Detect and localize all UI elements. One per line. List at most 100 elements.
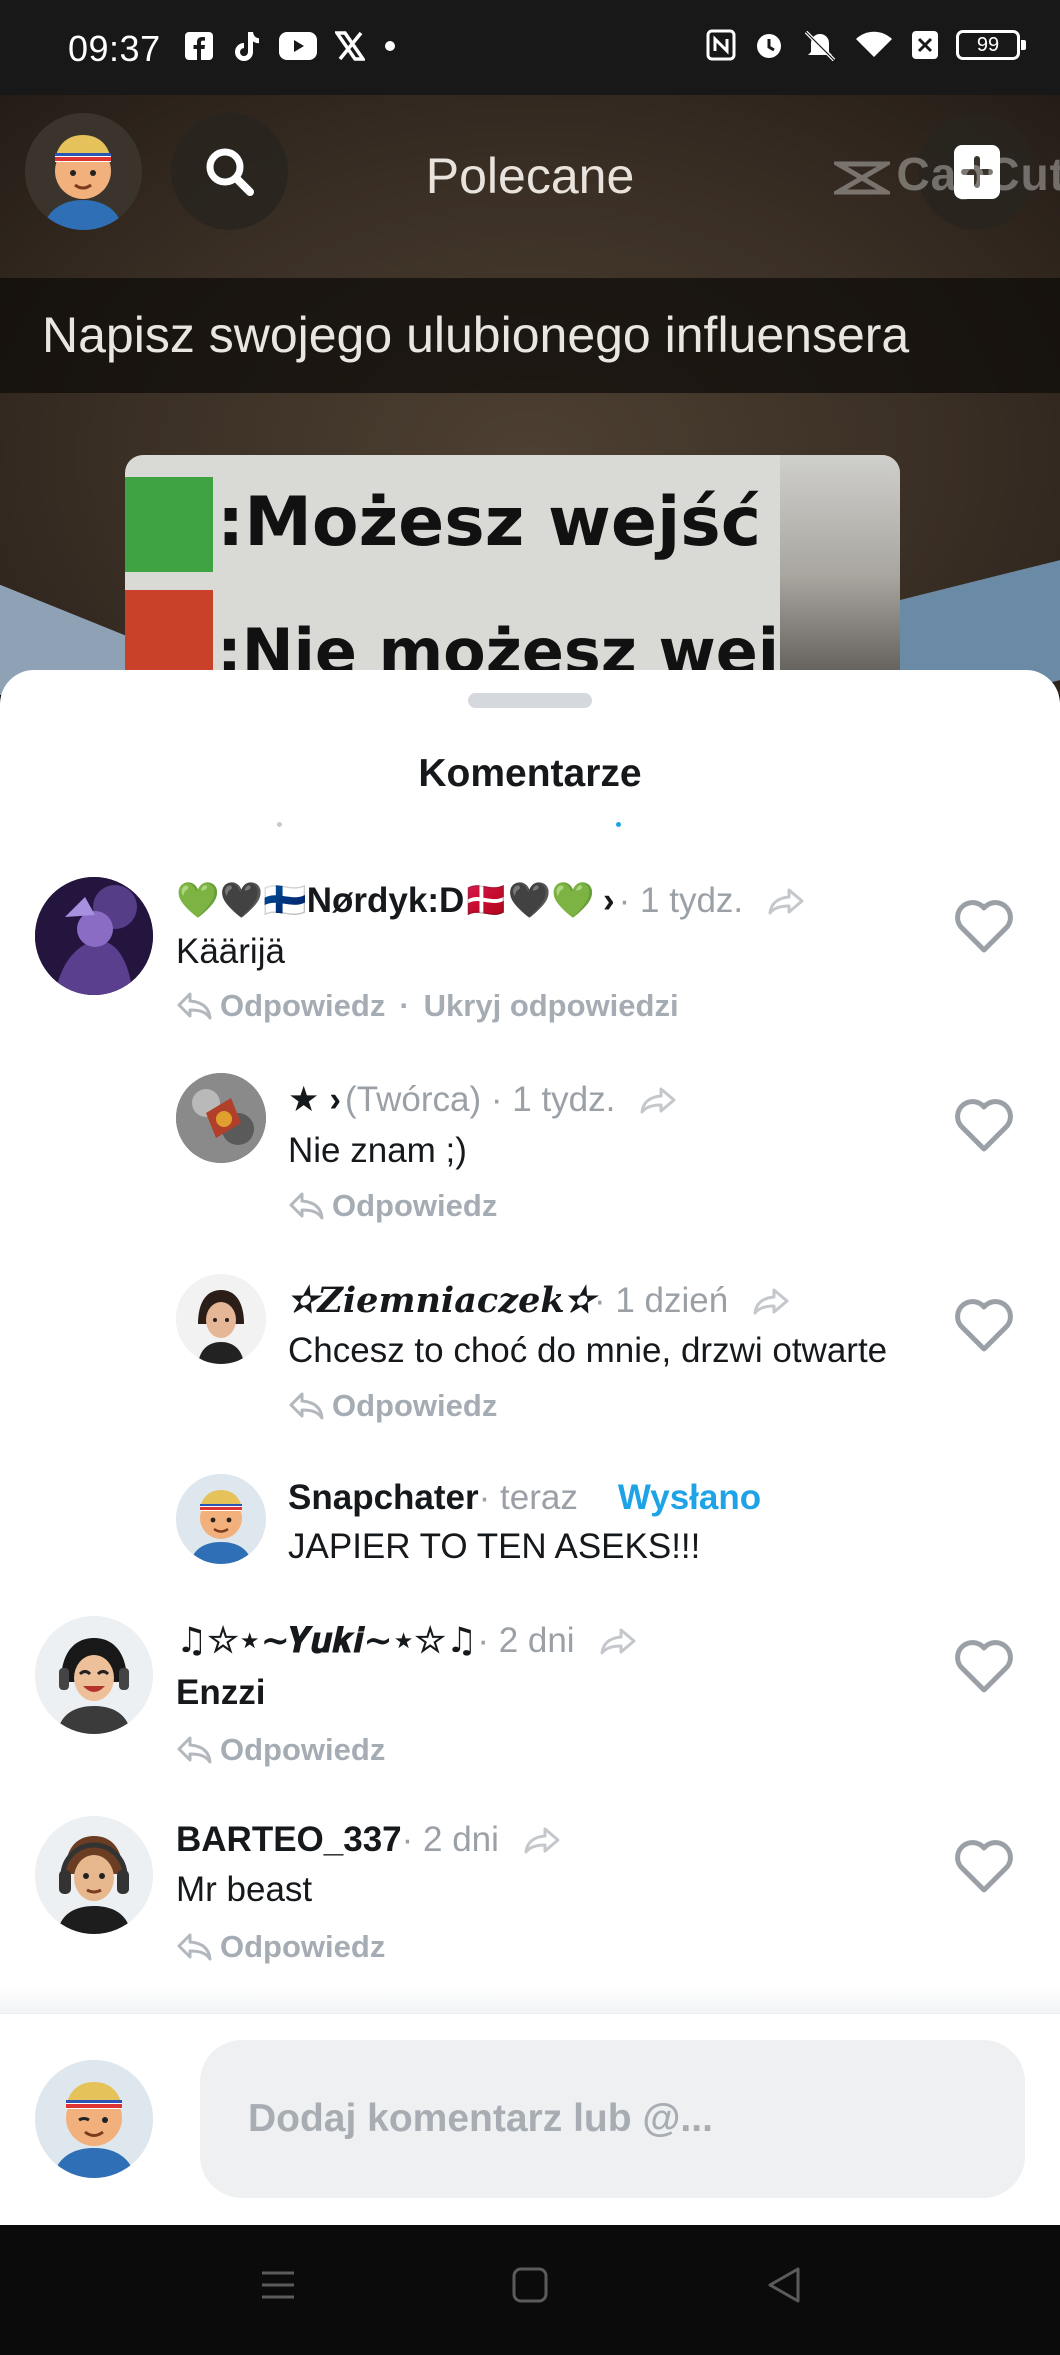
- bitmoji-avatar-icon: [35, 1816, 153, 1934]
- comment-actions: Odpowiedz · Ukryj odpowiedzi: [176, 988, 679, 1024]
- reply-icon: [177, 992, 212, 1020]
- comment-header: BARTEO_337 · 2 dni: [176, 1820, 561, 1860]
- my-avatar: [35, 2060, 153, 2178]
- reply-button[interactable]: Odpowiedz: [220, 1732, 385, 1768]
- page-indicator-dot-active: [616, 822, 621, 827]
- status-app-icons: [185, 30, 397, 62]
- composer-shadow: [0, 1985, 1060, 2013]
- back-triangle-icon[interactable]: [764, 2265, 804, 2305]
- user-photo-icon: [35, 877, 153, 995]
- comment-username[interactable]: ✫𝒁𝒊𝒆𝒎𝒏𝒊𝒂𝒄𝒛𝒆𝒌✫: [288, 1280, 594, 1321]
- comment-actions: Odpowiedz: [176, 1732, 385, 1768]
- comment-input[interactable]: [200, 2040, 1025, 2198]
- comment-header: ✫𝒁𝒊𝒆𝒎𝒏𝒊𝒂𝒄𝒛𝒆𝒌✫ · 1 dzień: [288, 1280, 790, 1321]
- like-heart-icon[interactable]: [953, 1638, 1015, 1694]
- comment-username[interactable]: ★: [288, 1080, 319, 1120]
- comment-actions: Odpowiedz: [288, 1188, 497, 1224]
- chevron-right-icon: ›: [603, 880, 615, 920]
- video-caption: Napisz swojego ulubionego influensera: [0, 278, 1060, 393]
- like-heart-icon[interactable]: [953, 898, 1015, 954]
- comment-header: ♫☆⋆~𝒀𝒖𝒌𝒊~⋆☆♫ · 2 dni: [176, 1620, 637, 1661]
- comment-text: Nie znam ;): [288, 1131, 467, 1170]
- share-icon[interactable]: [767, 887, 805, 915]
- meme-line-1: :Możesz wejść: [217, 483, 762, 562]
- meme-image: :Możesz wejść :Nie możesz wejść: [125, 455, 900, 695]
- bitmoji-avatar-icon: [176, 1274, 266, 1364]
- like-heart-icon[interactable]: [953, 1097, 1015, 1153]
- capcut-watermark: CapCut: [829, 147, 1060, 201]
- facebook-icon: [185, 32, 213, 60]
- comment-username[interactable]: ♫☆⋆~𝒀𝒖𝒌𝒊~⋆☆♫: [176, 1620, 477, 1661]
- mute-icon: [804, 30, 836, 62]
- capcut-watermark-text: CapCut: [896, 148, 1060, 200]
- comment-composer: [0, 2013, 1060, 2225]
- chevron-right-icon: ›: [329, 1080, 342, 1119]
- share-icon[interactable]: [599, 1627, 637, 1655]
- comment-username[interactable]: Snapchater: [288, 1478, 479, 1518]
- comment-text: JAPIER TO TEN ASEKS!!!: [288, 1527, 701, 1566]
- meme-green-block: [125, 477, 213, 572]
- status-system-icons: 99: [706, 28, 1026, 62]
- like-heart-icon[interactable]: [953, 1297, 1015, 1353]
- comment-timestamp: · 2 dni: [477, 1620, 575, 1660]
- comment-username[interactable]: 💚🖤🇫🇮Nørdyk:D🇩🇰🖤💚: [176, 880, 595, 921]
- comment-avatar[interactable]: [176, 1274, 266, 1364]
- comment-username[interactable]: BARTEO_337: [176, 1820, 402, 1860]
- video-background[interactable]: :Możesz wejść :Nie możesz wejść Napisz s…: [0, 95, 1060, 695]
- comment-timestamp: (Twórca) · 1 tydz.: [345, 1080, 616, 1119]
- comment-actions: Odpowiedz: [288, 1388, 497, 1424]
- comment-avatar[interactable]: [35, 1616, 153, 1734]
- system-navigation-bar: [0, 2225, 1060, 2355]
- comment-text: Mr beast: [176, 1870, 313, 1909]
- separator-dot: ·: [399, 988, 410, 1023]
- battery-indicator: 99: [956, 30, 1026, 60]
- comment-text: Chcesz to choć do mnie, drzwi otwarte: [288, 1331, 888, 1370]
- comment-header: Snapchater · teraz Wysłano: [288, 1478, 761, 1518]
- x-icon: [335, 31, 365, 61]
- bitmoji-avatar-icon: [35, 1616, 153, 1734]
- comment-avatar[interactable]: [176, 1474, 266, 1564]
- share-icon[interactable]: [752, 1287, 790, 1315]
- sheet-drag-handle[interactable]: [468, 693, 592, 708]
- reply-button[interactable]: Odpowiedz: [220, 988, 385, 1024]
- share-icon[interactable]: [639, 1086, 677, 1114]
- sent-status: Wysłano: [617, 1478, 762, 1517]
- comment-avatar[interactable]: [176, 1073, 266, 1163]
- menu-icon[interactable]: [258, 2265, 298, 2305]
- youtube-icon: [279, 32, 317, 60]
- comment-timestamp: · teraz: [478, 1478, 578, 1517]
- reply-icon: [289, 1392, 324, 1420]
- comment-avatar[interactable]: [35, 1816, 153, 1934]
- hide-replies-button[interactable]: Ukryj odpowiedzi: [424, 988, 679, 1024]
- reply-button[interactable]: Odpowiedz: [332, 1188, 497, 1224]
- like-heart-icon[interactable]: [953, 1838, 1015, 1894]
- comment-avatar[interactable]: [35, 877, 153, 995]
- comment-actions: Odpowiedz: [176, 1929, 385, 1965]
- comment-text: Enzzi: [176, 1673, 266, 1712]
- bitmoji-avatar-icon: [35, 2060, 153, 2178]
- reply-icon: [177, 1933, 212, 1961]
- alarm-icon: [757, 34, 781, 58]
- wifi-icon: [856, 31, 892, 57]
- comment-header: ★ › (Twórca) · 1 tydz.: [288, 1080, 677, 1120]
- home-square-icon[interactable]: [511, 2265, 549, 2305]
- reply-icon: [177, 1736, 212, 1764]
- status-time: 09:37: [68, 28, 161, 69]
- comment-text: Käärijä: [176, 932, 285, 971]
- tiktok-icon: [235, 32, 259, 61]
- sim-off-icon: [912, 31, 938, 59]
- comment-timestamp: · 1 tydz.: [618, 880, 744, 920]
- nfc-icon: [706, 29, 736, 61]
- page-indicator-dot: [277, 822, 282, 827]
- share-icon[interactable]: [523, 1826, 561, 1854]
- comment-header: 💚🖤🇫🇮Nørdyk:D🇩🇰🖤💚 › · 1 tydz.: [176, 880, 805, 921]
- status-bar: 09:37 99: [0, 0, 1060, 95]
- dot-icon: [385, 41, 395, 51]
- bitmoji-avatar-icon: [176, 1474, 266, 1564]
- sheet-title: Komentarze: [418, 752, 642, 795]
- meme-person-photo: [780, 455, 900, 695]
- user-photo-icon: [176, 1073, 266, 1163]
- reply-button[interactable]: Odpowiedz: [220, 1929, 385, 1965]
- comment-timestamp: · 1 dzień: [593, 1280, 729, 1320]
- reply-button[interactable]: Odpowiedz: [332, 1388, 497, 1424]
